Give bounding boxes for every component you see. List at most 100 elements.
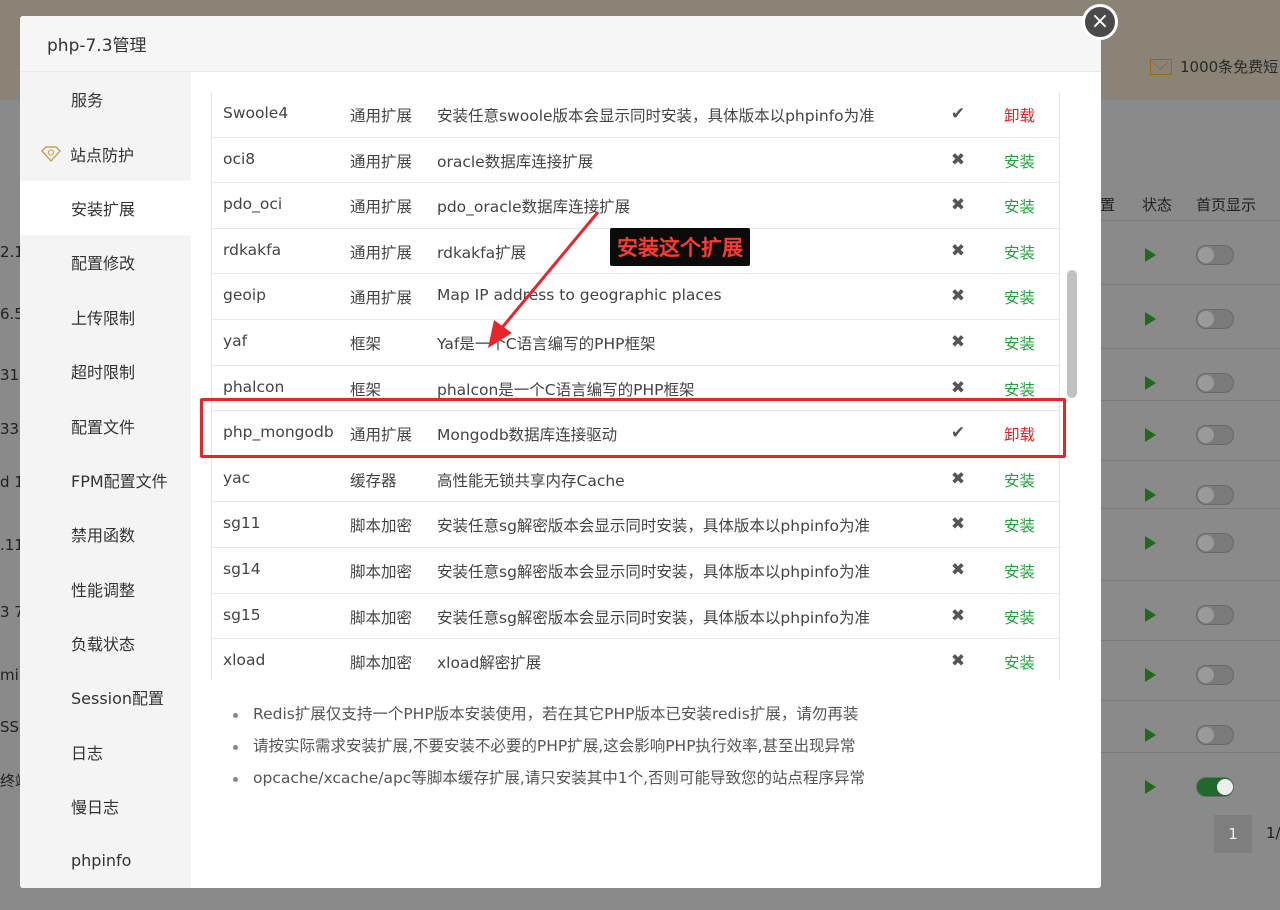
homepage-toggle[interactable]: [1196, 245, 1234, 265]
play-icon[interactable]: [1145, 488, 1156, 502]
homepage-toggle[interactable]: [1196, 777, 1234, 797]
extension-name: oci8: [223, 149, 256, 168]
mail-icon: [1150, 58, 1172, 75]
extension-name: xload: [223, 651, 266, 670]
sidebar-item[interactable]: 负载状态: [20, 616, 191, 670]
install-button[interactable]: 安装: [1004, 195, 1035, 217]
extension-description: 高性能无锁共享内存Cache: [437, 471, 625, 490]
sidebar-item[interactable]: 配置修改: [20, 235, 191, 289]
extension-description: rdkakfa扩展: [437, 243, 527, 262]
sidebar-item-label: Session配置: [71, 689, 165, 709]
background-notice[interactable]: 1000条免费短: [1150, 56, 1278, 77]
modal-header: php-7.3管理: [20, 16, 1101, 72]
install-button[interactable]: 安装: [1004, 150, 1035, 172]
play-icon[interactable]: [1145, 728, 1156, 742]
extension-type: 脚本加密: [350, 563, 413, 581]
extension-description: 安装任意sg解密版本会显示同时安装，具体版本以phpinfo为准: [437, 517, 870, 536]
play-icon[interactable]: [1145, 312, 1156, 326]
install-button[interactable]: 安装: [1004, 514, 1035, 536]
sidebar-item-label: 服务: [71, 91, 104, 111]
extension-name: rdkakfa: [223, 240, 282, 259]
install-button[interactable]: 安装: [1004, 606, 1035, 628]
scrollbar-thumb[interactable]: [1067, 270, 1077, 398]
play-icon[interactable]: [1145, 428, 1156, 442]
sidebar-item-label: 日志: [71, 743, 104, 763]
extension-row: pdo_oci 通用扩展 pdo_oracle数据库连接扩展 ✖ 安装: [212, 183, 1059, 229]
sidebar-item[interactable]: 上传限制: [20, 290, 191, 344]
background-row: [1100, 640, 1280, 702]
homepage-toggle[interactable]: [1196, 425, 1234, 445]
sidebar-item-label: 慢日志: [71, 798, 120, 818]
sidebar-item[interactable]: FPM配置文件: [20, 453, 191, 507]
play-icon[interactable]: [1145, 780, 1156, 794]
extension-description: Map IP address to geographic places: [437, 286, 722, 305]
play-icon[interactable]: [1145, 376, 1156, 390]
sidebar-item[interactable]: 安装扩展: [20, 180, 191, 236]
install-button[interactable]: 安装: [1004, 286, 1035, 308]
background-row: [1100, 508, 1280, 570]
extension-type: 通用扩展: [350, 289, 413, 308]
install-button[interactable]: 安装: [1004, 378, 1035, 400]
homepage-toggle[interactable]: [1196, 605, 1234, 625]
background-row: [1100, 580, 1280, 642]
extension-type: 框架: [350, 380, 382, 399]
homepage-toggle[interactable]: [1196, 725, 1234, 745]
play-icon[interactable]: [1145, 536, 1156, 550]
sidebar-item[interactable]: phpinfo: [20, 833, 191, 887]
cross-icon: ✖: [950, 286, 966, 307]
sidebar-item[interactable]: 配置文件: [20, 398, 191, 452]
sidebar-item[interactable]: 慢日志: [20, 779, 191, 833]
play-icon[interactable]: [1145, 608, 1156, 622]
homepage-toggle[interactable]: [1196, 485, 1234, 505]
background-row: [1100, 752, 1280, 814]
cross-icon: ✖: [950, 605, 966, 626]
sidebar-item[interactable]: 站点防护: [20, 126, 191, 180]
pagination-current[interactable]: 1: [1214, 815, 1252, 853]
sidebar-item[interactable]: 服务: [20, 72, 191, 126]
play-icon[interactable]: [1145, 248, 1156, 262]
install-button[interactable]: 安装: [1004, 560, 1035, 582]
sidebar-item[interactable]: 超时限制: [20, 344, 191, 398]
sidebar-item[interactable]: 性能调整: [20, 562, 191, 616]
extension-name: Swoole4: [223, 104, 289, 122]
play-icon[interactable]: [1145, 668, 1156, 682]
homepage-toggle[interactable]: [1196, 373, 1234, 393]
note-item: Redis扩展仅支持一个PHP版本安装使用，若在其它PHP版本已安装redis扩…: [231, 702, 865, 734]
homepage-toggle[interactable]: [1196, 533, 1234, 553]
cross-icon: ✖: [950, 240, 966, 261]
notes-list: Redis扩展仅支持一个PHP版本安装使用，若在其它PHP版本已安装redis扩…: [231, 702, 865, 798]
extension-name: pdo_oci: [223, 195, 283, 214]
install-button[interactable]: 安装: [1004, 651, 1035, 673]
modal-content: Swoole4 通用扩展 安装任意swoole版本会显示同时安装，具体版本以phpi…: [191, 72, 1101, 888]
sidebar-item[interactable]: 日志: [20, 725, 191, 779]
sidebar-item-label: 性能调整: [71, 580, 136, 600]
extension-description: Yaf是一个C语言编写的PHP框架: [437, 335, 656, 353]
background-row-fragment: SS: [0, 718, 20, 736]
sidebar-item[interactable]: Session配置: [20, 670, 191, 724]
highlight-box: [200, 398, 1066, 458]
extension-type: 缓存器: [350, 471, 397, 490]
extension-table: Swoole4 通用扩展 安装任意swoole版本会显示同时安装，具体版本以phpi…: [211, 92, 1060, 680]
bg-header-col: 首页显示: [1196, 196, 1257, 214]
homepage-toggle[interactable]: [1196, 309, 1234, 329]
uninstall-button[interactable]: 卸载: [1004, 104, 1035, 126]
extension-description: oracle数据库连接扩展: [437, 152, 594, 171]
install-button[interactable]: 安装: [1004, 332, 1035, 354]
extension-row: yaf 框架 Yaf是一个C语言编写的PHP框架 ✖ 安装: [212, 320, 1059, 366]
sidebar-item-label: 配置修改: [71, 254, 136, 274]
sidebar-item-label: 负载状态: [71, 635, 136, 655]
sidebar-item[interactable]: 禁用函数: [20, 507, 191, 561]
extension-name: yaf: [223, 332, 248, 350]
install-button[interactable]: 安装: [1004, 241, 1035, 263]
background-table-header: 置 状态 首页显示: [1100, 190, 1280, 218]
extension-type: 通用扩展: [350, 107, 413, 125]
note-item: 请按实际需求安装扩展,不要安装不必要的PHP扩展,这会影响PHP执行效率,甚至出…: [231, 734, 865, 766]
extension-row: geoip 通用扩展 Map IP address to geographic pl…: [212, 274, 1059, 320]
homepage-toggle[interactable]: [1196, 665, 1234, 685]
extension-description: 安装任意swoole版本会显示同时安装，具体版本以phpinfo为准: [437, 107, 875, 125]
cross-icon: ✖: [950, 514, 966, 535]
install-button[interactable]: 安装: [1004, 469, 1035, 491]
sidebar-item-label: 上传限制: [71, 308, 136, 328]
cross-icon: ✖: [950, 560, 966, 580]
close-button[interactable]: ×: [1082, 4, 1118, 40]
